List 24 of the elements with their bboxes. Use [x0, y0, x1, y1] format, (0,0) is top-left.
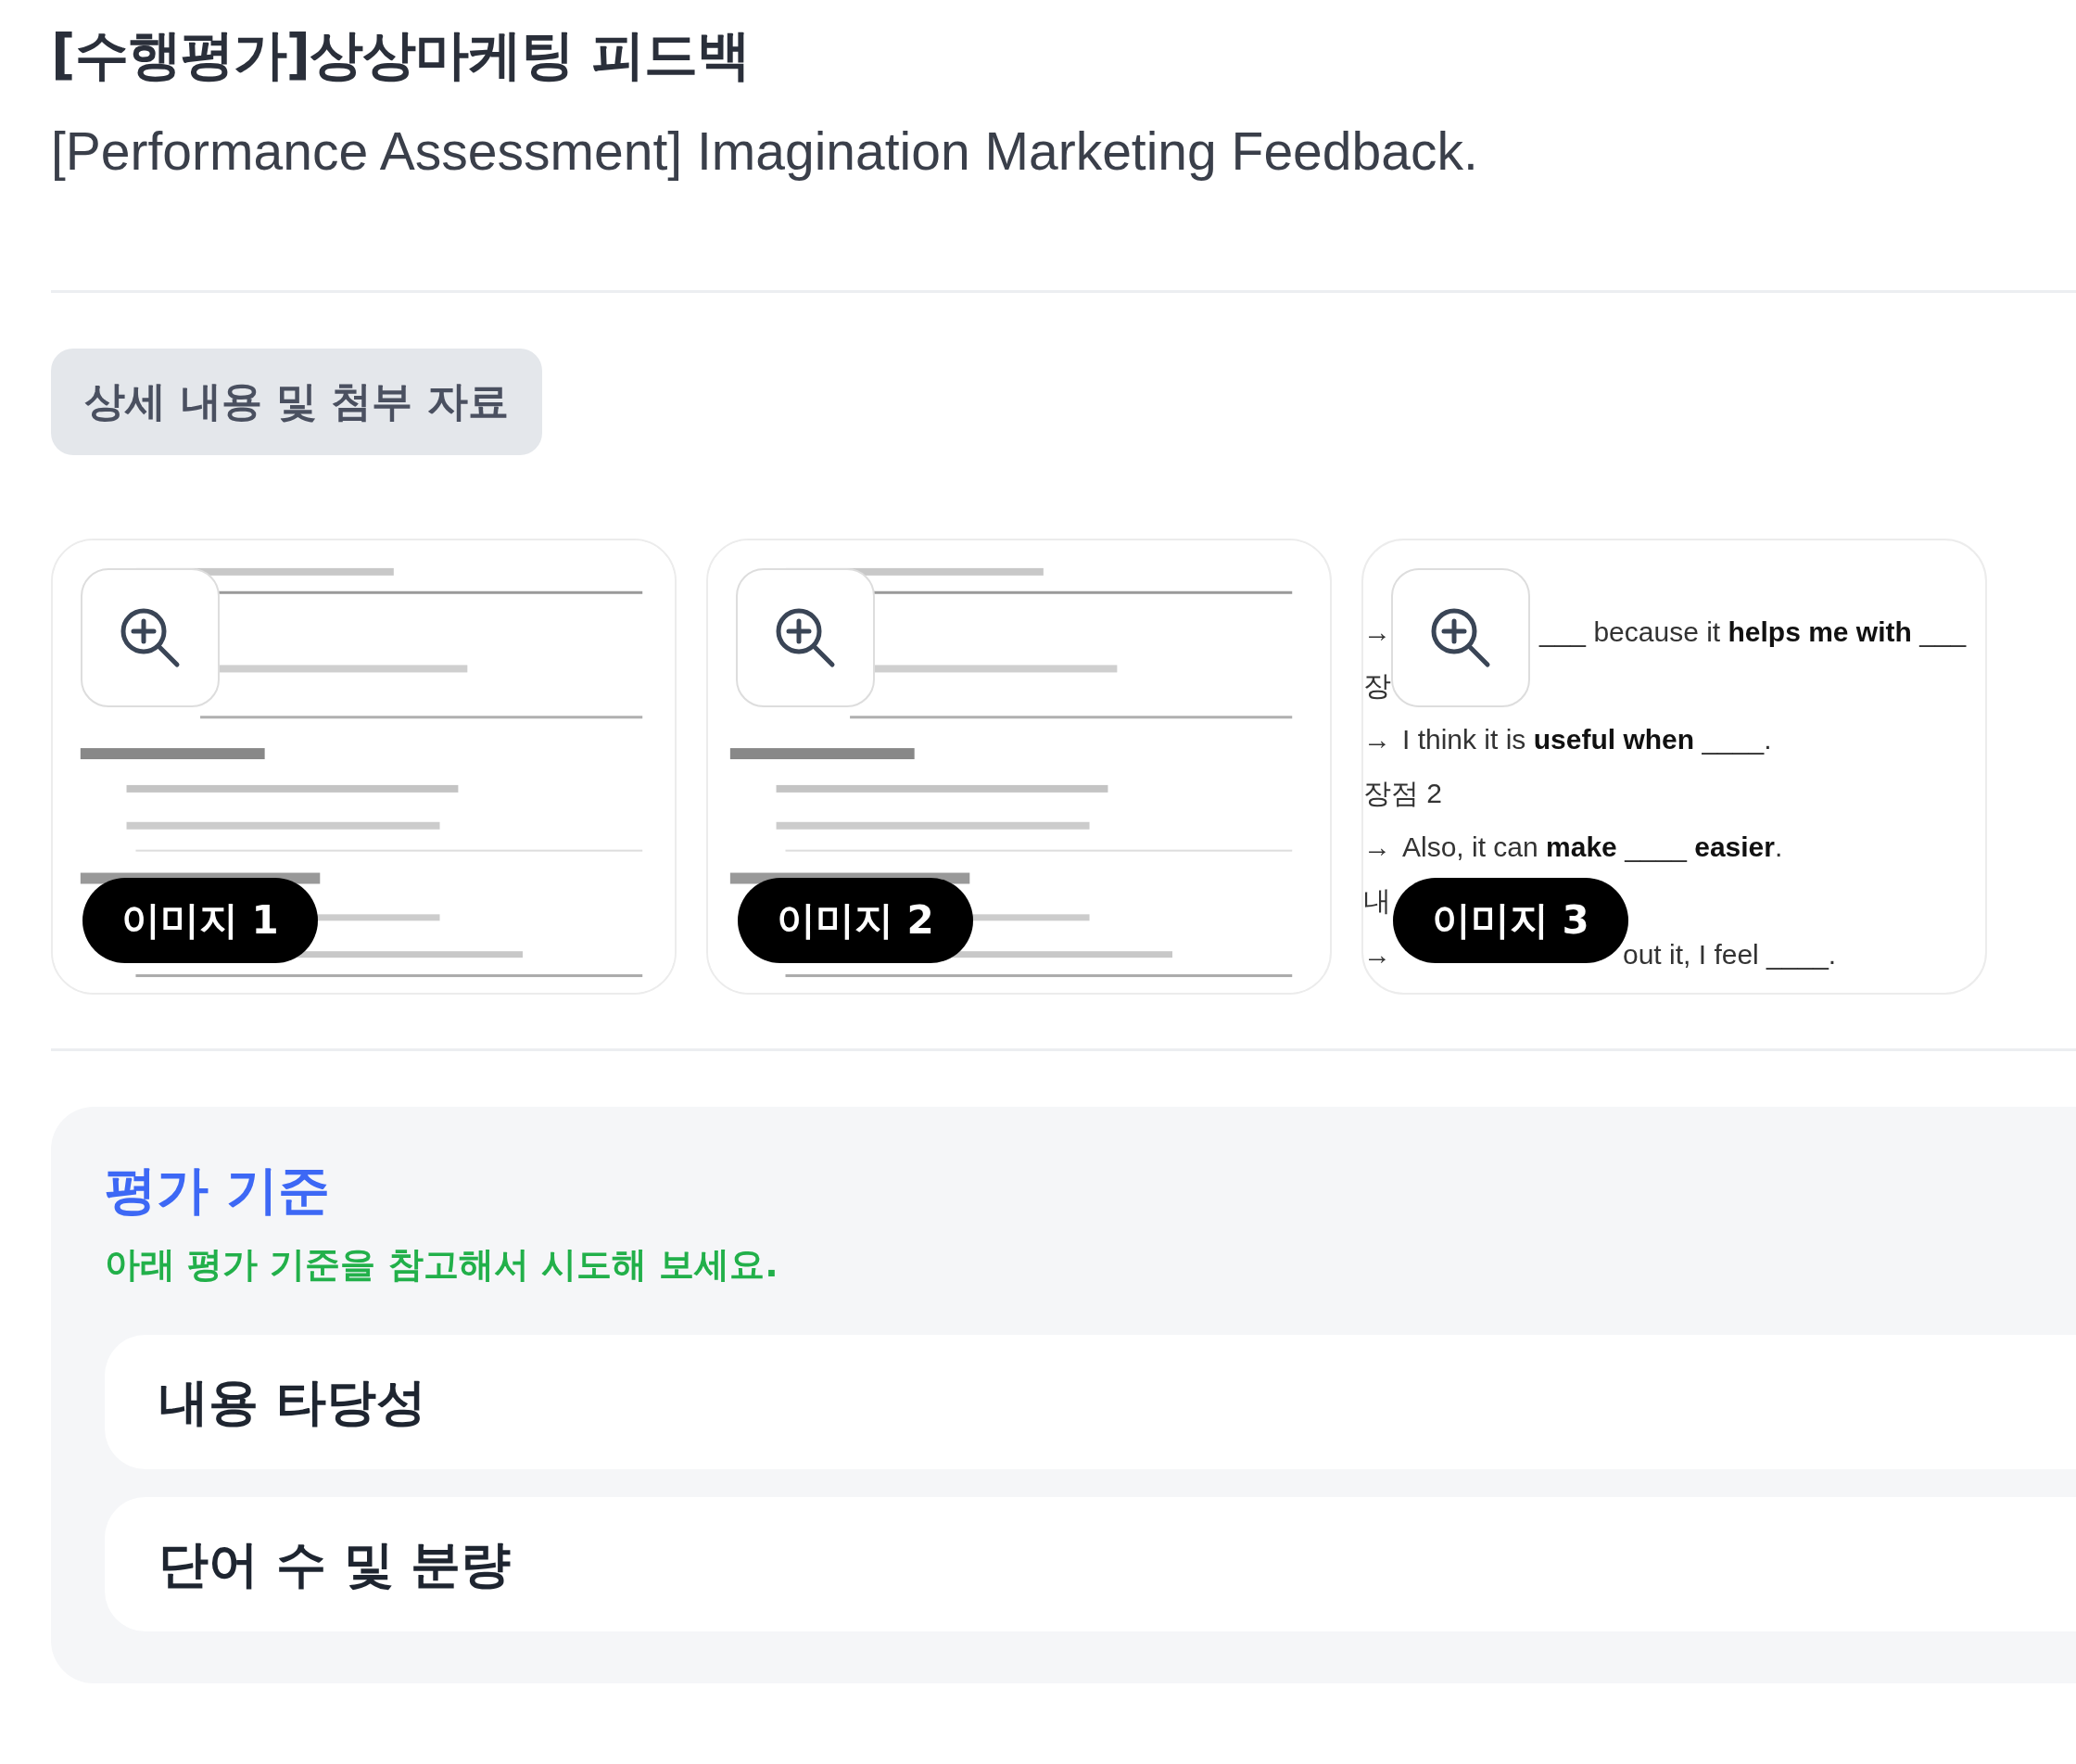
zoom-button[interactable]	[736, 568, 875, 707]
criteria-item[interactable]: 단어 수 및 분량	[105, 1497, 2076, 1631]
criteria-note: 아래 평가 기준을 참고해서 시도해 보세요.	[105, 1243, 779, 1287]
image-thumbnail[interactable]: 이미지 2	[706, 539, 1332, 995]
document-text: →	[1363, 615, 1391, 649]
criteria-heading: 평가 기준	[105, 1159, 332, 1222]
document-text: ___ because it helps me with ___	[1539, 615, 1967, 649]
document-text: →	[1363, 723, 1391, 756]
criteria-item[interactable]: 내용 타당성	[105, 1335, 2076, 1469]
zoom-button[interactable]	[1391, 568, 1530, 707]
page-subtitle: [Performance Assessment] Imagination Marketing Feedback.	[51, 121, 1479, 183]
document-text: I think it is useful when ____.	[1402, 723, 1772, 756]
document-text: 내	[1363, 884, 1391, 918]
image-thumbnail[interactable]: 이미지 1	[51, 539, 677, 995]
document-text: →	[1363, 938, 1391, 971]
details-button[interactable]: 상세 내용 및 첨부 자료	[51, 349, 542, 455]
document-text: 장점 2	[1363, 777, 1443, 810]
page-title: [수행평가]상상마케팅 피드백	[51, 22, 752, 88]
document-text: Also, it can make ____ easier.	[1402, 831, 1783, 864]
document-text: →	[1363, 831, 1391, 864]
zoom-button[interactable]	[81, 568, 220, 707]
document-text: 장	[1363, 669, 1391, 703]
image-label: 이미지 2	[738, 878, 973, 963]
image-label: 이미지 1	[82, 878, 318, 963]
